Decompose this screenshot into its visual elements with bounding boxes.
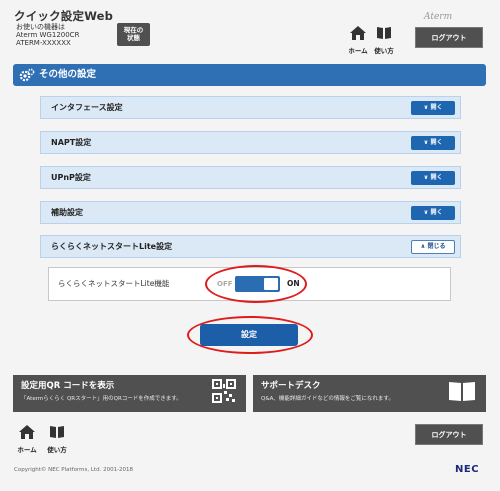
open-button[interactable]: ∨ 開く bbox=[411, 171, 455, 185]
section-title: その他の設定 bbox=[39, 69, 97, 80]
toggle-highlight-ring bbox=[205, 265, 307, 303]
book-icon bbox=[449, 382, 475, 401]
qr-tile-desc: 「Atermらくらく QRスタート」用のQRコードを作成できます。 bbox=[21, 396, 182, 402]
device-id: ATERM-XXXXXX bbox=[16, 39, 71, 47]
support-tile-title: サポートデスク bbox=[261, 381, 321, 391]
open-button[interactable]: ∨ 開く bbox=[411, 101, 455, 115]
manual-label: 使い方 bbox=[374, 47, 394, 55]
qr-tile-title: 設定用QR コードを表示 bbox=[21, 381, 115, 391]
book-icon bbox=[50, 426, 64, 438]
nec-logo: NEC bbox=[455, 464, 480, 475]
panel-label: UPnP設定 bbox=[51, 173, 91, 182]
section-header: その他の設定 bbox=[13, 64, 486, 86]
close-button-label: 閉じる bbox=[427, 243, 446, 250]
open-button-label: 開く bbox=[430, 174, 443, 181]
device-label: お使いの機器は bbox=[16, 23, 65, 31]
panel-label: 補助設定 bbox=[51, 208, 83, 217]
panel-napt[interactable]: NAPT設定 ∨ 開く bbox=[40, 131, 461, 154]
support-tile-desc: Q&A、機能詳細ガイドなどの情報をご覧になれます。 bbox=[261, 396, 394, 402]
header: クイック設定Web お使いの機器は Aterm WG1200CR ATERM-X… bbox=[0, 0, 500, 55]
close-button[interactable]: ∧ 閉じる bbox=[411, 240, 455, 254]
home-button[interactable]: ホーム bbox=[346, 25, 370, 55]
status-button-line1: 現在の bbox=[123, 26, 144, 34]
panel-label: らくらくネットスタートLite設定 bbox=[51, 242, 173, 251]
logout-button-top[interactable]: ログアウト bbox=[415, 27, 483, 48]
qr-code-icon bbox=[212, 379, 236, 403]
device-model: Aterm WG1200CR bbox=[16, 31, 80, 39]
panel-upnp[interactable]: UPnP設定 ∨ 開く bbox=[40, 166, 461, 189]
aterm-logo: Aterm bbox=[424, 12, 453, 22]
status-button-line2: 状態 bbox=[127, 34, 140, 42]
open-button[interactable]: ∨ 開く bbox=[411, 136, 455, 150]
toggle-label: らくらくネットスタートLite機能 bbox=[58, 279, 170, 288]
gear-icon bbox=[19, 68, 35, 82]
manual-label: 使い方 bbox=[47, 446, 67, 454]
home-label: ホーム bbox=[17, 446, 37, 454]
open-button-label: 開く bbox=[430, 104, 443, 111]
support-desk-tile[interactable]: サポートデスク Q&A、機能詳細ガイドなどの情報をご覧になれます。 bbox=[253, 375, 486, 412]
panel-label: NAPT設定 bbox=[51, 138, 92, 147]
setting-highlight-ring bbox=[187, 316, 313, 354]
panel-interface[interactable]: インタフェース設定 ∨ 開く bbox=[40, 96, 461, 119]
home-label: ホーム bbox=[348, 47, 368, 55]
current-status-button[interactable]: 現在の 状態 bbox=[117, 23, 150, 46]
manual-button-bottom[interactable]: 使い方 bbox=[45, 424, 69, 454]
panel-rakuraku-lite[interactable]: らくらくネットスタートLite設定 ∧ 閉じる bbox=[40, 235, 461, 258]
panel-auxiliary[interactable]: 補助設定 ∨ 開く bbox=[40, 201, 461, 224]
manual-button[interactable]: 使い方 bbox=[372, 25, 396, 55]
home-button-bottom[interactable]: ホーム bbox=[15, 424, 39, 454]
open-button-label: 開く bbox=[430, 139, 443, 146]
home-icon bbox=[19, 425, 35, 439]
copyright: Copyright© NEC Platforms, Ltd. 2001-2018 bbox=[14, 467, 134, 473]
panel-label: インタフェース設定 bbox=[51, 103, 123, 112]
app-title: クイック設定Web bbox=[14, 9, 114, 23]
open-button-label: 開く bbox=[430, 209, 443, 216]
logout-button-bottom[interactable]: ログアウト bbox=[415, 424, 483, 445]
open-button[interactable]: ∨ 開く bbox=[411, 206, 455, 220]
qr-code-tile[interactable]: 設定用QR コードを表示 「Atermらくらく QRスタート」用のQRコードを作… bbox=[13, 375, 246, 412]
home-icon bbox=[350, 26, 366, 40]
book-icon bbox=[377, 27, 391, 39]
